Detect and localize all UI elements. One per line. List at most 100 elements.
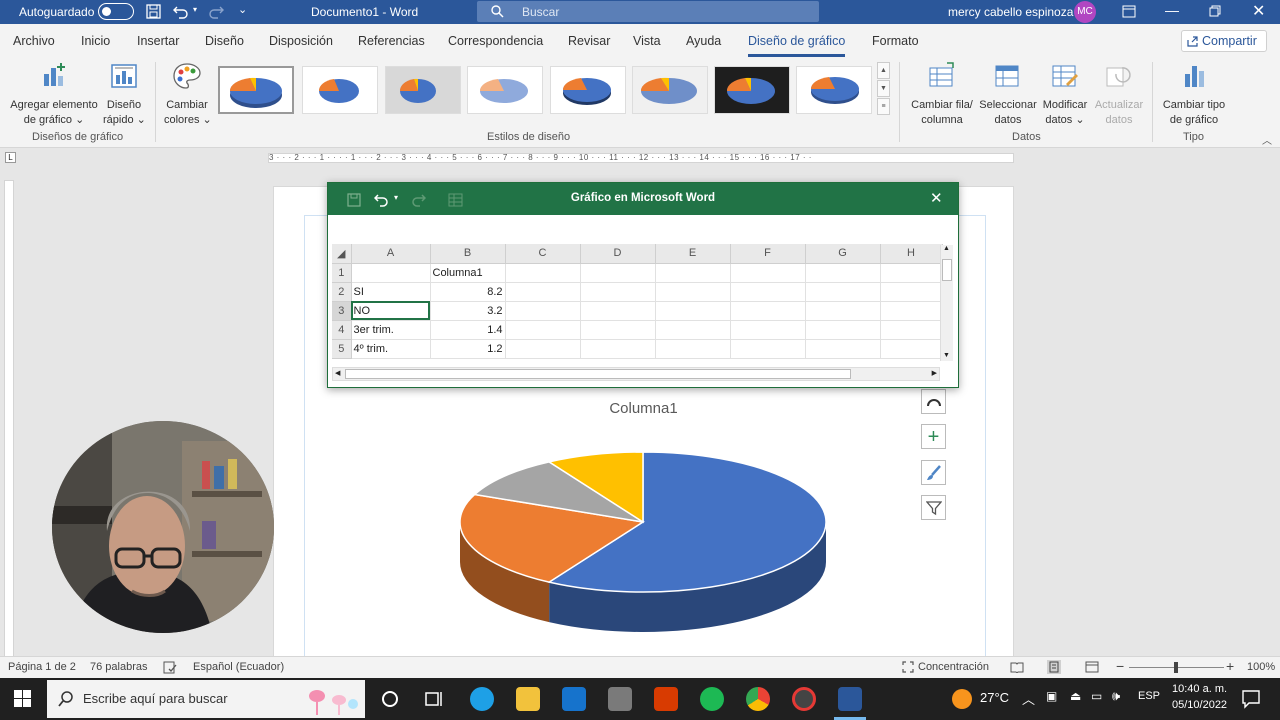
excel-data-window[interactable]: ▾ Gráfico en Microsoft Word ✕ ◢ A B C D …	[327, 182, 959, 388]
cell[interactable]	[655, 339, 731, 359]
zoom-in-icon[interactable]: +	[1226, 658, 1234, 674]
show-hidden-icons[interactable]: ︿	[1022, 689, 1035, 708]
cell[interactable]	[655, 301, 731, 321]
cortana-icon[interactable]	[381, 690, 399, 708]
row-header[interactable]: 1	[332, 263, 352, 283]
vertical-scrollbar[interactable]: ▲ ▼	[940, 245, 953, 361]
recorder-icon[interactable]	[792, 687, 816, 711]
cell[interactable]	[351, 263, 431, 283]
cell[interactable]	[580, 301, 656, 321]
cell[interactable]: 3.2	[430, 301, 506, 321]
page-count[interactable]: Página 1 de 2	[8, 661, 76, 673]
undo-icon[interactable]	[173, 4, 189, 19]
cell[interactable]	[730, 339, 806, 359]
refresh-data-button[interactable]: Actualizar datos	[1092, 62, 1146, 128]
chart-style-4[interactable]	[467, 66, 543, 114]
redo-icon[interactable]	[208, 4, 224, 19]
chart-filters-button[interactable]	[921, 495, 946, 520]
cell-selected[interactable]: NO	[351, 301, 431, 321]
chrome-icon[interactable]	[746, 687, 770, 711]
scroll-left-icon[interactable]: ◀	[335, 369, 340, 377]
cell[interactable]	[880, 282, 943, 302]
cell[interactable]	[880, 263, 943, 283]
ribbon-display-icon[interactable]	[1122, 5, 1136, 18]
tab-vista[interactable]: Vista	[633, 34, 661, 48]
tab-correspondencia[interactable]: Correspondencia	[448, 34, 543, 48]
row-header[interactable]: 5	[332, 339, 352, 359]
search-box[interactable]: Buscar	[477, 1, 819, 22]
cell[interactable]: SI	[351, 282, 431, 302]
layout-options-button[interactable]	[921, 389, 946, 414]
cell[interactable]	[805, 263, 881, 283]
tab-inicio[interactable]: Inicio	[81, 34, 110, 48]
column-header[interactable]: F	[730, 244, 806, 264]
select-all-corner[interactable]: ◢	[332, 244, 352, 264]
tab-referencias[interactable]: Referencias	[358, 34, 425, 48]
office-icon[interactable]	[654, 687, 678, 711]
close-icon[interactable]: ✕	[930, 189, 943, 207]
cell[interactable]: 3er trim.	[351, 320, 431, 340]
tab-revisar[interactable]: Revisar	[568, 34, 610, 48]
tab-ayuda[interactable]: Ayuda	[686, 34, 721, 48]
cell[interactable]: 8.2	[430, 282, 506, 302]
print-layout-icon[interactable]	[1047, 660, 1061, 674]
column-header[interactable]: G	[805, 244, 881, 264]
chart-area[interactable]: Columna1	[378, 388, 909, 658]
column-header[interactable]: C	[505, 244, 581, 264]
column-header[interactable]: D	[580, 244, 656, 264]
clock-time[interactable]: 10:40 a. m.	[1172, 683, 1227, 695]
cell[interactable]	[580, 320, 656, 340]
cell[interactable]: 1.2	[430, 339, 506, 359]
chart-style-8[interactable]	[796, 66, 872, 114]
change-chart-type-button[interactable]: Cambiar tipo de gráfico	[1160, 62, 1228, 128]
share-button[interactable]: Compartir	[1181, 30, 1267, 52]
chart-style-5[interactable]	[550, 66, 626, 114]
tray-app-icon[interactable]: ▣	[1046, 689, 1057, 703]
cell[interactable]	[730, 282, 806, 302]
network-icon[interactable]: ▭	[1091, 689, 1102, 703]
cell[interactable]	[805, 320, 881, 340]
switch-row-column-button[interactable]: Cambiar fila/ columna	[908, 62, 976, 128]
cell[interactable]: Columna1	[430, 263, 506, 283]
cell[interactable]	[580, 282, 656, 302]
undo-dropdown-icon[interactable]: ▾	[193, 5, 197, 14]
chart-styles-button[interactable]	[921, 460, 946, 485]
cell[interactable]	[805, 301, 881, 321]
edge-icon[interactable]	[470, 687, 494, 711]
chart-style-7[interactable]	[714, 66, 790, 114]
tab-selector[interactable]: L	[5, 152, 16, 163]
camera-icon[interactable]	[608, 687, 632, 711]
scrollbar-thumb[interactable]	[345, 369, 851, 379]
edit-data-button[interactable]: Modificar datos ⌄	[1040, 62, 1090, 128]
input-language[interactable]: ESP	[1138, 690, 1160, 702]
tab-formato[interactable]: Formato	[872, 34, 919, 48]
scroll-down-icon[interactable]: ▼	[943, 352, 950, 359]
notification-icon[interactable]	[1241, 689, 1261, 709]
spreadsheet-grid[interactable]: ◢ A B C D E F G H 1 Columna1 2 SI 8.2 3 …	[332, 244, 943, 359]
cell[interactable]: 1.4	[430, 320, 506, 340]
focus-icon[interactable]	[902, 661, 914, 673]
add-chart-element-button[interactable]: Agregar elemento de gráfico ⌄	[8, 62, 100, 128]
cell[interactable]	[805, 339, 881, 359]
focus-mode[interactable]: Concentración	[918, 661, 989, 673]
row-header[interactable]: 2	[332, 282, 352, 302]
styles-more[interactable]: ≡	[877, 98, 890, 115]
taskbar-search-box[interactable]: Escribe aquí para buscar	[47, 680, 365, 718]
spotify-icon[interactable]	[700, 687, 724, 711]
restore-icon[interactable]	[1209, 5, 1221, 17]
collapse-ribbon-icon[interactable]: ︿	[1262, 132, 1272, 147]
zoom-slider-thumb[interactable]	[1174, 662, 1178, 673]
customize-toolbar-icon[interactable]: ⌄	[238, 3, 247, 16]
volume-icon[interactable]: 🕪	[1112, 688, 1120, 704]
pie-slices[interactable]	[459, 451, 827, 632]
ruler-scale[interactable]: 3 · · · 2 · · · 1 · · · · 1 · · · 2 · · …	[268, 153, 1014, 163]
quick-layout-button[interactable]: Diseño rápido ⌄	[103, 62, 146, 128]
pie-chart[interactable]	[378, 388, 909, 658]
task-view-icon[interactable]	[425, 690, 443, 708]
word-count[interactable]: 76 palabras	[90, 661, 148, 673]
row-header[interactable]: 3	[332, 301, 352, 321]
proofing-icon[interactable]	[163, 661, 177, 674]
cell[interactable]	[655, 320, 731, 340]
cell[interactable]	[655, 263, 731, 283]
cell[interactable]	[730, 320, 806, 340]
